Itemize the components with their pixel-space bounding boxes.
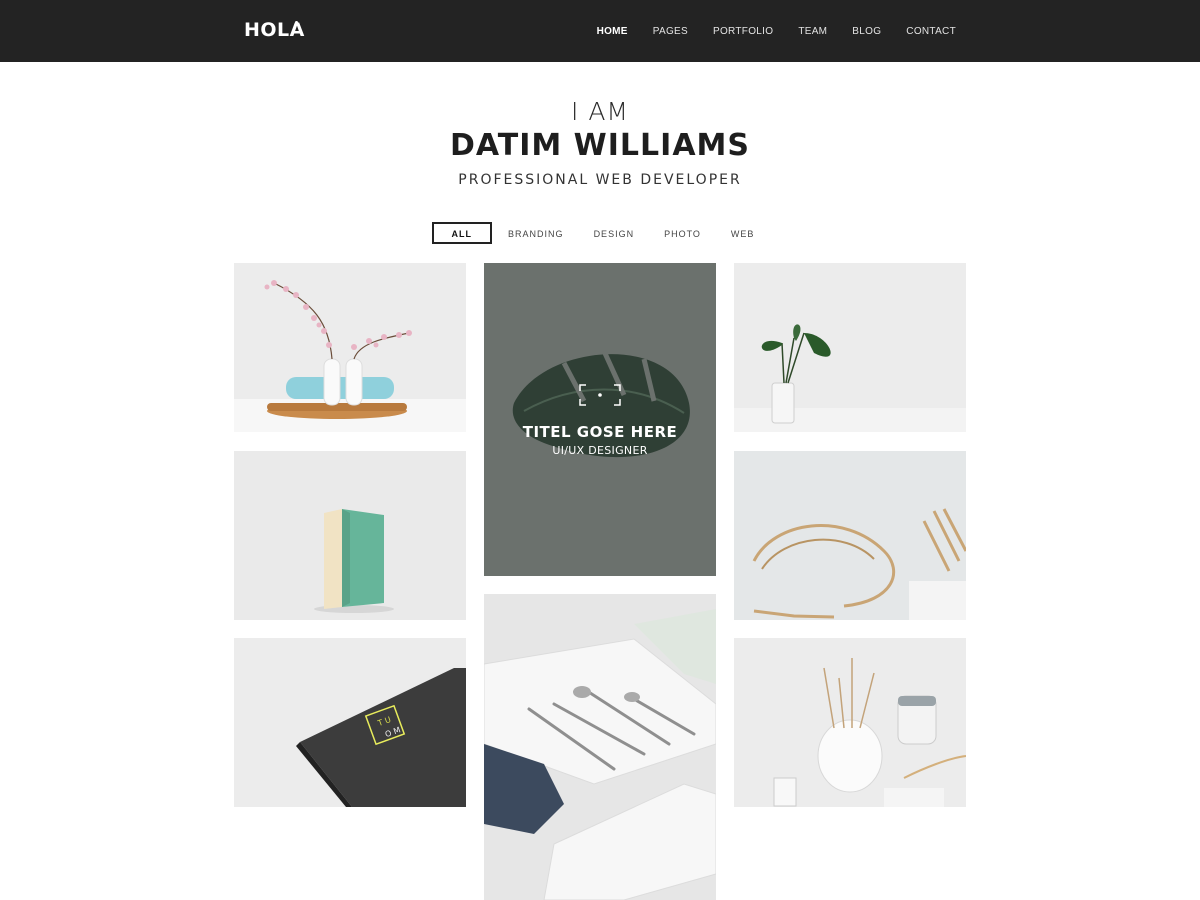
portfolio-item-book[interactable] <box>234 451 466 620</box>
main-nav: HOME PAGES PORTFOLIO TEAM BLOG CONTACT <box>597 26 956 37</box>
hero-role: PROFESSIONAL WEB DEVELOPER <box>458 172 742 188</box>
portfolio-item-rope[interactable] <box>734 451 966 620</box>
logo-dot <box>295 21 298 24</box>
nav-contact[interactable]: CONTACT <box>906 26 956 37</box>
book-image <box>234 451 466 620</box>
hero-pretitle: I AM <box>571 97 629 126</box>
nav-team[interactable]: TEAM <box>798 26 827 37</box>
vases-image <box>234 263 466 432</box>
spa-image <box>734 638 966 807</box>
hero-section: I AM DATIM WILLIAMS PROFESSIONAL WEB DEV… <box>0 96 1200 190</box>
portfolio-item-brochure[interactable]: T U O M <box>234 638 466 807</box>
brochure-image: T U O M <box>234 638 466 807</box>
filter-photo[interactable]: PHOTO <box>650 222 715 244</box>
rope-image <box>734 451 966 620</box>
monstera-image <box>484 263 716 576</box>
portfolio-filters: ALL BRANDING DESIGN PHOTO WEB <box>0 222 1200 244</box>
featured-title: TITEL GOSE HERE <box>522 423 678 441</box>
portfolio-item-leaf[interactable] <box>734 263 966 432</box>
nav-pages[interactable]: PAGES <box>653 26 688 37</box>
filter-design[interactable]: DESIGN <box>580 222 649 244</box>
portfolio-item-vases[interactable] <box>234 263 466 432</box>
top-nav-bar: HOLA HOME PAGES PORTFOLIO TEAM BLOG CONT… <box>0 0 1200 62</box>
portfolio-item-spa[interactable] <box>734 638 966 807</box>
cutlery-image <box>484 594 716 900</box>
featured-subtitle: UI/UX DESIGNER <box>552 444 648 457</box>
filter-web[interactable]: WEB <box>717 222 769 244</box>
hero-name: DATIM WILLIAMS <box>449 128 751 163</box>
portfolio-item-cutlery[interactable] <box>484 594 716 900</box>
leaf-glass-image <box>734 263 966 432</box>
nav-home[interactable]: HOME <box>597 26 628 37</box>
filter-all[interactable]: ALL <box>431 222 493 244</box>
filter-branding[interactable]: BRANDING <box>494 222 578 244</box>
nav-portfolio[interactable]: PORTFOLIO <box>713 26 773 37</box>
portfolio-item-featured[interactable]: TITEL GOSE HERE UI/UX DESIGNER <box>484 263 716 576</box>
nav-blog[interactable]: BLOG <box>852 26 881 37</box>
